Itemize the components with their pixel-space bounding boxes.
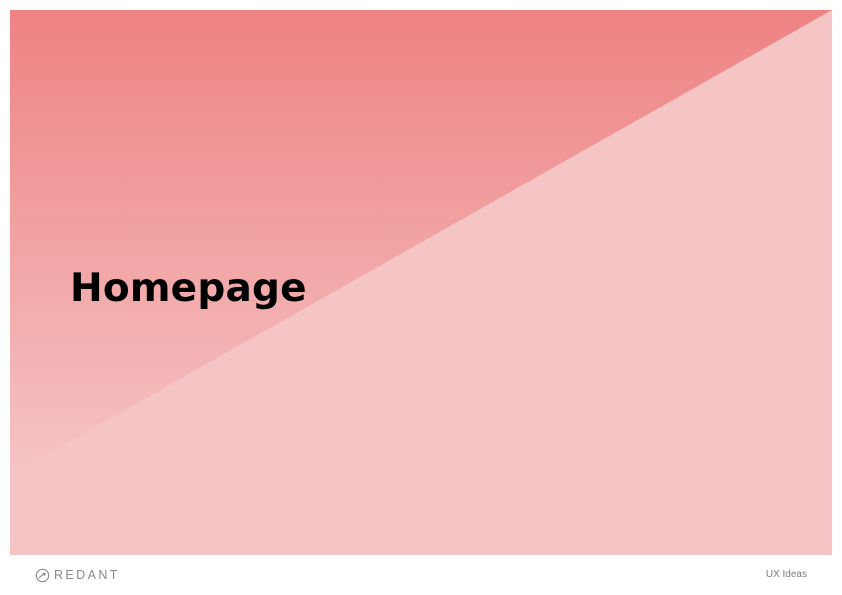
footer-label: UX Ideas (765, 569, 807, 580)
page-title: Homepage (70, 266, 307, 311)
hero-panel: Homepage (10, 10, 832, 555)
slide: Homepage REDANT UX Ideas (0, 0, 842, 595)
redant-logo-icon (35, 568, 50, 582)
redant-logo: REDANT (35, 567, 120, 583)
logo-wordmark: REDANT (54, 568, 120, 582)
